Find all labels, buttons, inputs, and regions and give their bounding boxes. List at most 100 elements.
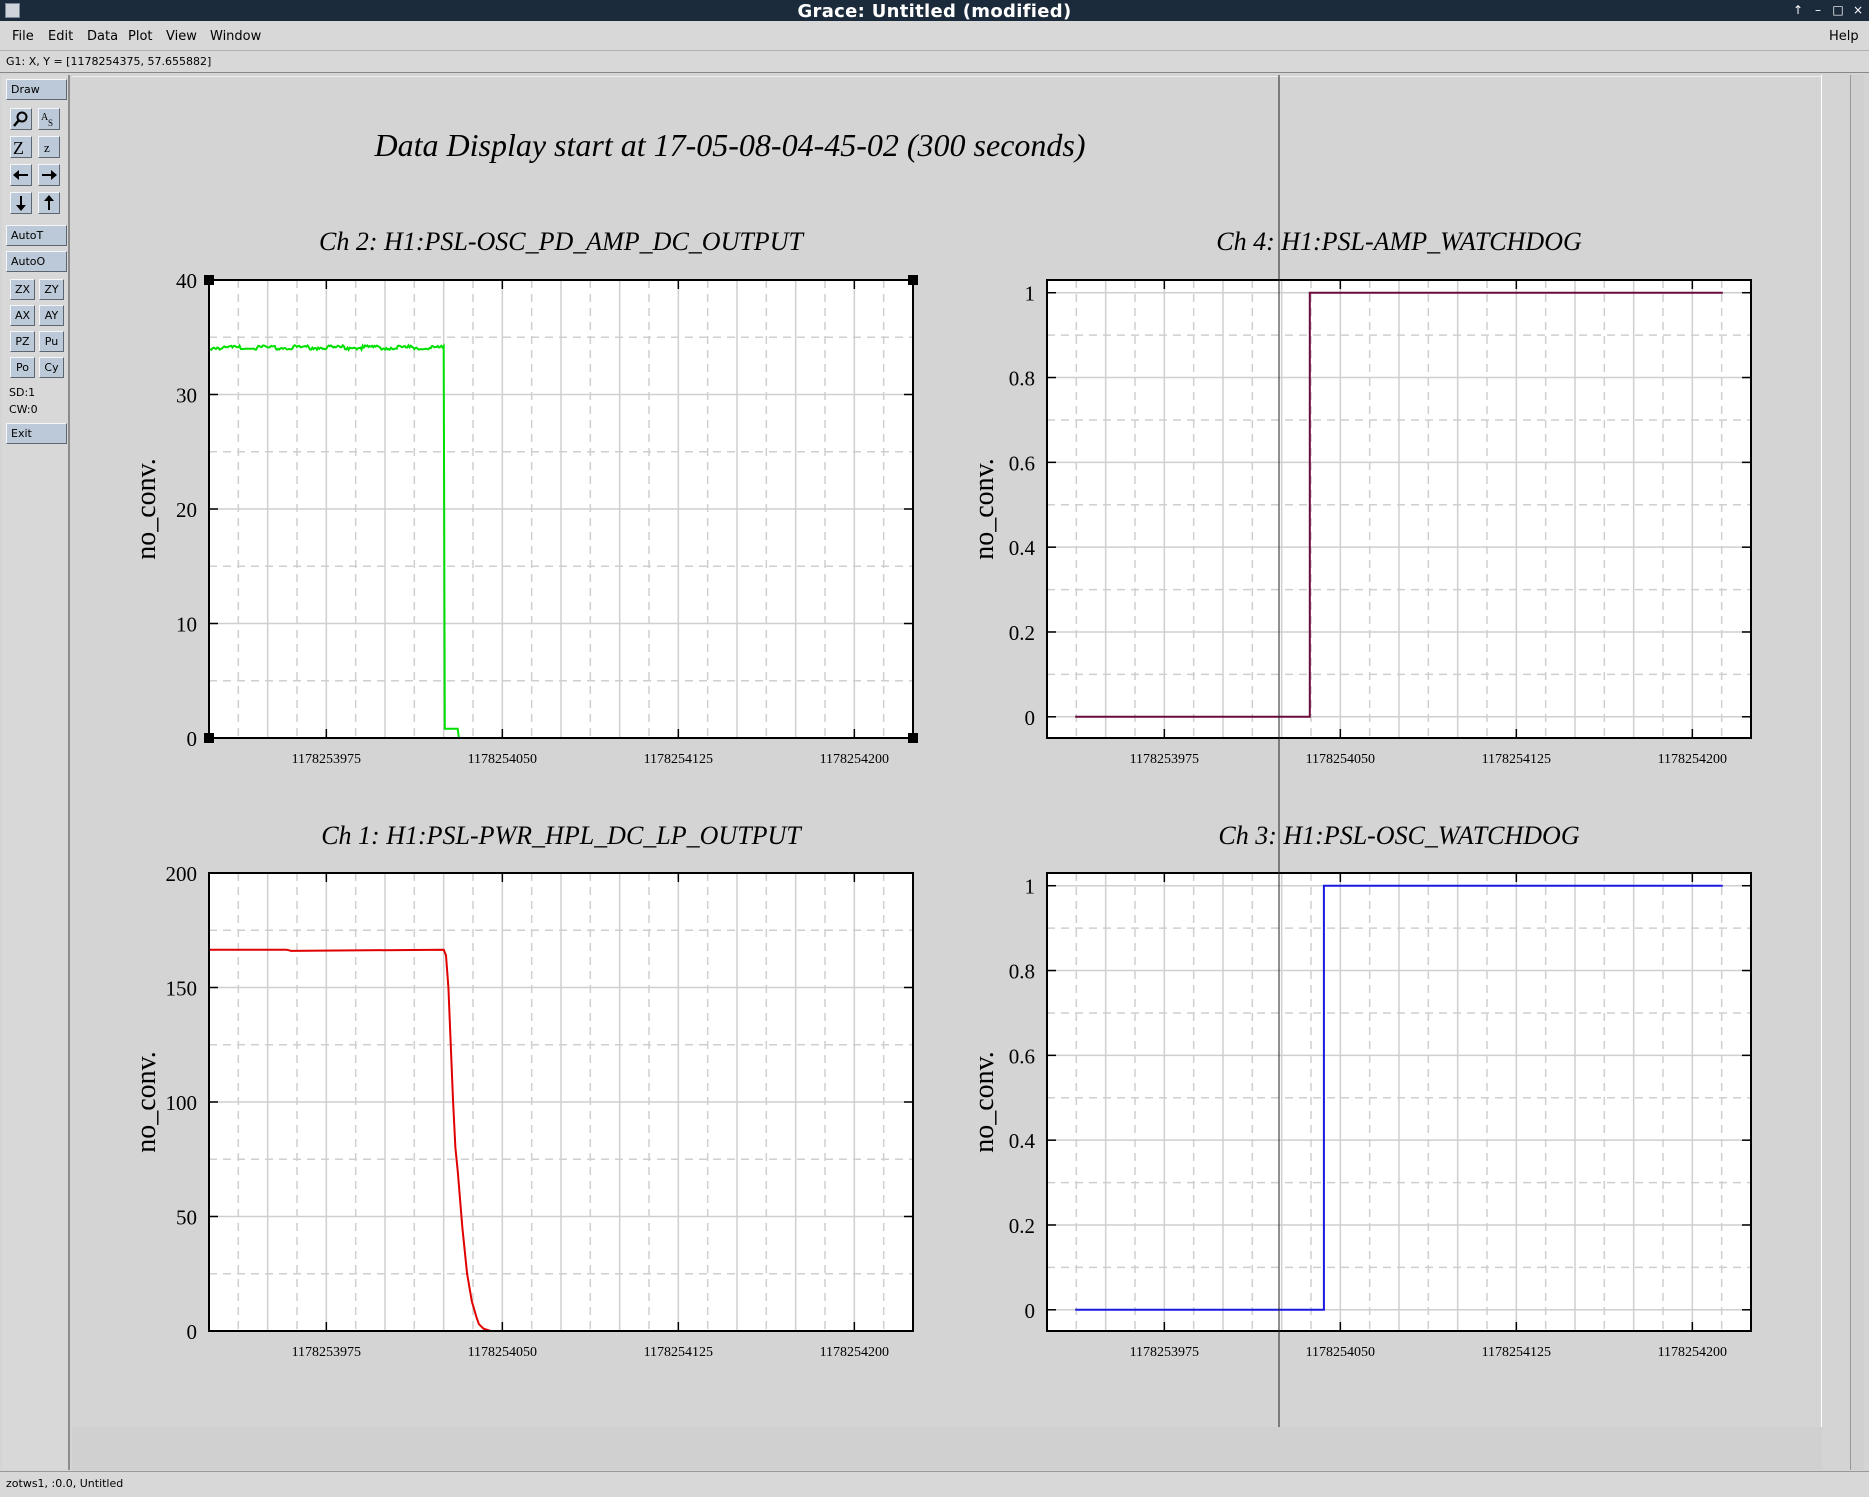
y-tick-label: 0 [187, 1320, 198, 1344]
svg-text:S: S [48, 118, 53, 128]
y-tick-label: 0 [1025, 1299, 1036, 1323]
menu-window[interactable]: Window [210, 29, 261, 44]
pz-button[interactable]: PZ [10, 331, 35, 352]
menu-data[interactable]: Data [87, 29, 118, 44]
raise-icon[interactable]: ↑ [1790, 2, 1806, 18]
locator-bar: G1: X, Y = [1178254375, 57.655882] [0, 51, 1869, 73]
x-tick-label: 1178254200 [1658, 1345, 1727, 1360]
window-title: Grace: Untitled (modified) [797, 1, 1072, 22]
ay-button[interactable]: AY [39, 305, 64, 326]
ax-button[interactable]: AX [10, 305, 35, 326]
x-tick-label: 1178253975 [1130, 752, 1199, 767]
x-tick-label: 1178254200 [820, 1345, 889, 1360]
y-tick-label: 0.8 [1009, 367, 1035, 391]
menu-plot[interactable]: Plot [128, 29, 153, 44]
y-tick-label: 0.4 [1009, 536, 1036, 560]
x-tick-label: 1178254125 [1482, 1345, 1551, 1360]
y-axis-label: no_conv. [131, 458, 162, 560]
vertical-scrollbar[interactable] [1850, 75, 1864, 1470]
menu-view[interactable]: View [166, 29, 197, 44]
y-tick-label: 1 [1025, 282, 1036, 306]
minimize-icon[interactable]: – [1810, 2, 1826, 18]
y-tick-label: 0.2 [1009, 1214, 1035, 1238]
menu-edit[interactable]: Edit [48, 29, 73, 44]
zoom-out-icon[interactable]: z [38, 136, 60, 158]
status-text: zotws1, :0.0, Untitled [6, 1477, 124, 1490]
graph-1: 0 10 20 30 40 1178253975 1178254050 1178254125 1… [131, 227, 918, 767]
current-world-label: CW:0 [9, 403, 38, 416]
status-bar: zotws1, :0.0, Untitled [0, 1471, 1869, 1497]
window-title-bar: Grace: Untitled (modified) ↑ – □ × [0, 0, 1869, 22]
zoom-icon[interactable] [10, 108, 32, 130]
y-tick-label: 20 [176, 498, 197, 522]
y-tick-label: 30 [176, 384, 197, 408]
x-tick-label: 1178254050 [468, 1345, 537, 1360]
autoscale-text-icon[interactable]: AS [38, 108, 60, 130]
tool-panel: Draw AS Z z AutoT AutoO ZX ZY AX AY PZ P… [2, 75, 70, 1470]
y-tick-label: 0.6 [1009, 451, 1035, 475]
plot-canvas[interactable]: Data Display start at 17-05-08-04-45-02 … [72, 75, 1822, 1470]
autot-button[interactable]: AutoT [6, 225, 67, 246]
arrow-right-icon[interactable] [38, 164, 60, 186]
focus-handle [204, 733, 214, 743]
zoom-in-icon[interactable]: Z [10, 136, 32, 158]
arrow-down-icon[interactable] [10, 192, 32, 214]
menu-file[interactable]: File [12, 29, 34, 44]
y-axis-label: no_conv. [969, 1051, 1000, 1153]
graph-4: 0 0.2 0.4 0.6 0.8 1 1178253975 1178254050 117825… [969, 821, 1752, 1360]
stack-depth-label: SD:1 [9, 386, 36, 399]
arrow-left-icon[interactable] [10, 164, 32, 186]
svg-text:z: z [44, 140, 50, 155]
menu-help[interactable]: Help [1829, 29, 1859, 44]
y-axis-label: no_conv. [131, 1051, 162, 1153]
y-tick-label: 0.2 [1009, 621, 1035, 645]
y-tick-label: 50 [176, 1206, 197, 1230]
y-tick-label: 0.6 [1009, 1044, 1035, 1068]
y-tick-label: 40 [176, 269, 197, 293]
y-axis-label: no_conv. [969, 458, 1000, 560]
focus-handle [204, 275, 214, 285]
graph-2: 0 0.2 0.4 0.6 0.8 1 1178253975 1178254050 117825… [969, 227, 1752, 767]
y-tick-label: 0 [1025, 706, 1036, 730]
close-icon[interactable]: × [1850, 2, 1866, 18]
zy-button[interactable]: ZY [39, 279, 64, 300]
maximize-icon[interactable]: □ [1830, 2, 1846, 18]
y-tick-label: 150 [166, 977, 198, 1001]
draw-button[interactable]: Draw [6, 79, 67, 100]
y-tick-label: 0 [187, 727, 198, 751]
y-tick-label: 1 [1025, 875, 1036, 899]
graph-title: Ch 4: H1:PSL-AMP_WATCHDOG [1216, 227, 1582, 256]
focus-handle [908, 733, 918, 743]
focus-handle [908, 275, 918, 285]
x-tick-label: 1178253975 [292, 1345, 361, 1360]
x-tick-label: 1178254125 [644, 1345, 713, 1360]
exit-button[interactable]: Exit [6, 423, 67, 444]
pu-button[interactable]: Pu [39, 331, 64, 352]
y-tick-label: 0.8 [1009, 960, 1035, 984]
x-tick-label: 1178254200 [1658, 752, 1727, 767]
cy-button[interactable]: Cy [39, 357, 64, 378]
graph-title: Ch 1: H1:PSL-PWR_HPL_DC_LP_OUTPUT [321, 821, 802, 850]
y-tick-label: 200 [166, 862, 198, 886]
zx-button[interactable]: ZX [10, 279, 35, 300]
x-tick-label: 1178254050 [468, 752, 537, 767]
menu-bar: File Edit Data Plot View Window Help [0, 21, 1869, 51]
x-tick-label: 1178254050 [1306, 752, 1375, 767]
graph-title: Ch 3: H1:PSL-OSC_WATCHDOG [1218, 821, 1579, 850]
graph-3: 0 50 100 150 200 1178253975 1178254050 11782541… [131, 821, 914, 1360]
page-title: Data Display start at 17-05-08-04-45-02 … [373, 127, 1085, 163]
po-button[interactable]: Po [10, 357, 35, 378]
x-tick-label: 1178254125 [1482, 752, 1551, 767]
x-tick-label: 1178254125 [644, 752, 713, 767]
y-tick-label: 0.4 [1009, 1129, 1036, 1153]
y-tick-label: 10 [176, 613, 197, 637]
x-tick-label: 1178253975 [1130, 1345, 1199, 1360]
y-tick-label: 100 [166, 1091, 198, 1115]
locator-readout: G1: X, Y = [1178254375, 57.655882] [6, 55, 212, 68]
svg-text:Z: Z [13, 138, 24, 157]
graph-area[interactable]: Data Display start at 17-05-08-04-45-02 … [72, 75, 1822, 1470]
x-tick-label: 1178253975 [292, 752, 361, 767]
arrow-up-icon[interactable] [38, 192, 60, 214]
autoo-button[interactable]: AutoO [6, 251, 67, 272]
graph-title: Ch 2: H1:PSL-OSC_PD_AMP_DC_OUTPUT [319, 227, 804, 256]
